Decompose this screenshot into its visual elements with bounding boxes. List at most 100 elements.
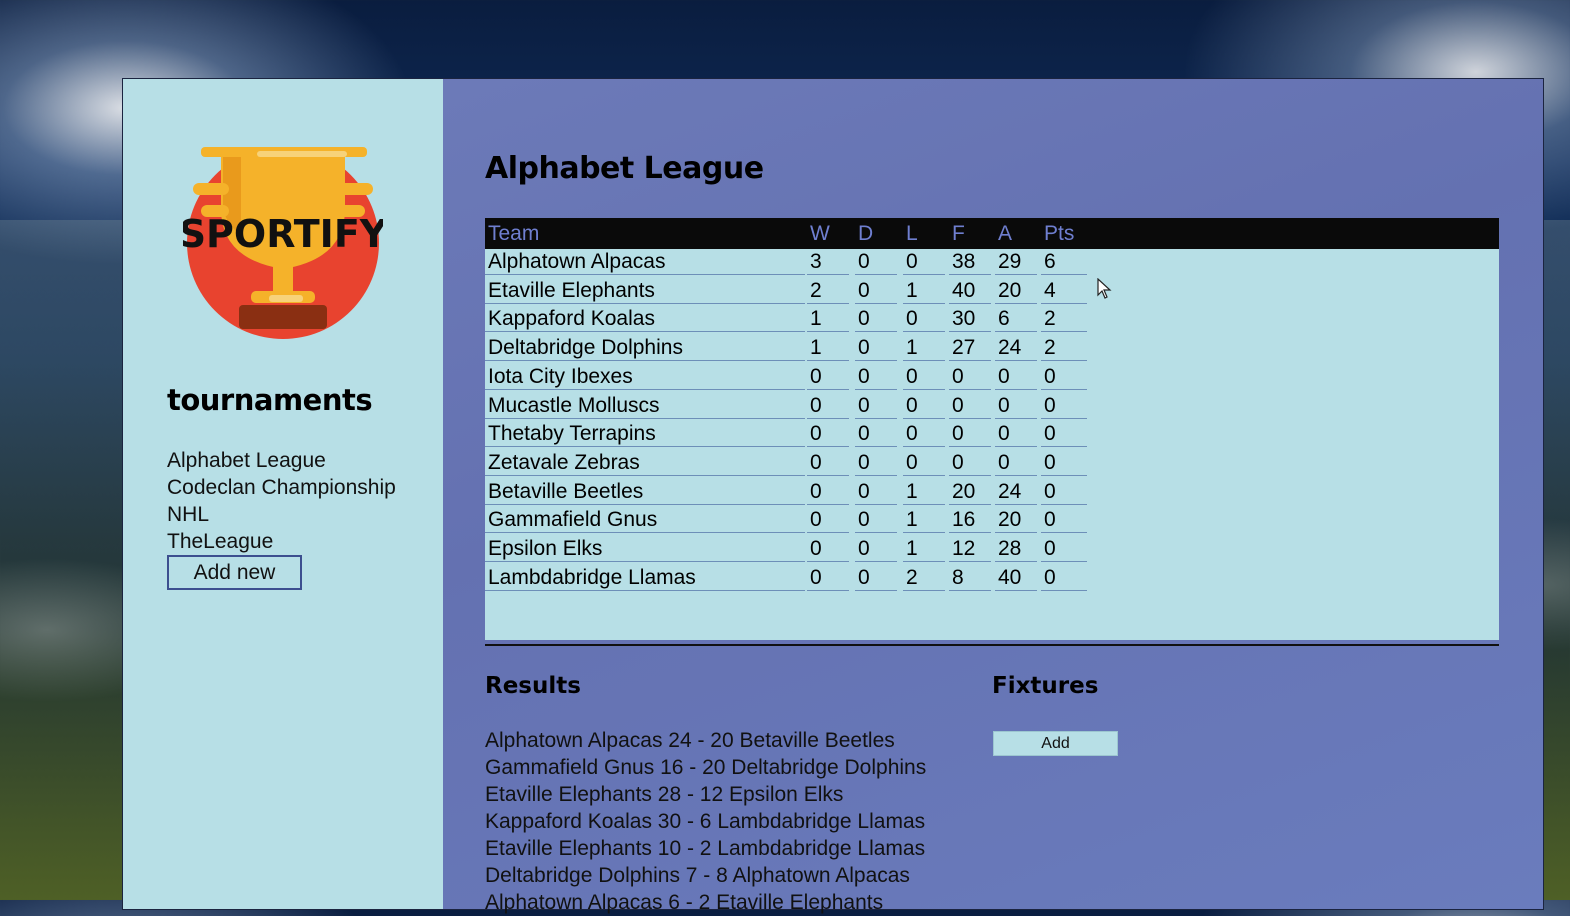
cell-a: 0 [995, 393, 1037, 419]
cell-l: 0 [903, 249, 945, 275]
app-window: SPORTIFY tournaments Alphabet League Cod… [122, 78, 1544, 914]
cell-d: 0 [855, 450, 897, 476]
cell-d: 0 [855, 249, 897, 275]
divider [485, 644, 1499, 646]
cell-pts: 0 [1041, 450, 1087, 476]
add-new-tournament-button[interactable]: Add new [167, 555, 302, 590]
cell-l: 0 [903, 306, 945, 333]
cell-f: 0 [949, 450, 991, 476]
cell-f: 30 [949, 306, 991, 333]
cell-f: 0 [949, 364, 991, 390]
cell-f: 0 [949, 393, 991, 419]
column-header-d: D [858, 222, 874, 245]
cell-d: 0 [855, 393, 897, 419]
cell-w: 0 [807, 507, 849, 534]
cell-pts: 2 [1041, 335, 1087, 362]
logo-text: SPORTIFY [183, 212, 383, 256]
cell-f: 12 [949, 536, 991, 562]
cell-pts: 6 [1041, 249, 1087, 275]
stadium-background-right [1540, 220, 1570, 900]
cell-w: 0 [807, 450, 849, 476]
cell-w: 0 [807, 536, 849, 562]
table-row: Deltabridge Dolphins 1 0 1 27 24 2 [485, 335, 1499, 363]
cell-l: 1 [903, 278, 945, 304]
tournament-item[interactable]: TheLeague [167, 528, 396, 555]
table-row: Thetaby Terrapins 0 0 0 0 0 0 [485, 421, 1499, 449]
cell-a: 24 [995, 479, 1037, 505]
table-row: Iota City Ibexes 0 0 0 0 0 0 [485, 364, 1499, 392]
tournament-item[interactable]: Alphabet League [167, 447, 396, 474]
result-item: Kappaford Koalas 30 - 6 Lambdabridge Lla… [485, 810, 926, 833]
tournaments-heading: tournaments [167, 383, 373, 417]
fixtures-heading: Fixtures [992, 673, 1099, 699]
cell-l: 2 [903, 565, 945, 591]
table-row: Alphatown Alpacas 3 0 0 38 29 6 [485, 249, 1499, 277]
cell-l: 1 [903, 479, 945, 505]
cell-f: 0 [949, 421, 991, 448]
cell-team: Etaville Elephants [485, 278, 805, 304]
result-item: Deltabridge Dolphins 7 - 8 Alphatown Alp… [485, 864, 910, 887]
column-header-f: F [952, 222, 965, 245]
column-header-a: A [998, 222, 1013, 245]
tournament-item[interactable]: NHL [167, 501, 396, 528]
tournament-list: Alphabet League Codeclan Championship NH… [167, 447, 396, 555]
cell-a: 0 [995, 421, 1037, 448]
cell-a: 24 [995, 335, 1037, 362]
table-row: Lambdabridge Llamas 0 0 2 8 40 0 [485, 565, 1499, 593]
cell-team: Iota City Ibexes [485, 364, 805, 390]
cell-l: 1 [903, 507, 945, 534]
column-header-w: W [810, 222, 830, 245]
cell-f: 16 [949, 507, 991, 534]
cell-team: Alphatown Alpacas [485, 249, 805, 275]
cell-l: 0 [903, 393, 945, 419]
cell-team: Thetaby Terrapins [485, 421, 805, 448]
cell-w: 2 [807, 278, 849, 304]
cell-l: 1 [903, 536, 945, 562]
column-header-l: L [906, 222, 918, 245]
cell-d: 0 [855, 536, 897, 562]
cell-team: Epsilon Elks [485, 536, 805, 562]
table-row: Epsilon Elks 0 0 1 12 28 0 [485, 536, 1499, 564]
cell-pts: 0 [1041, 536, 1087, 562]
cell-d: 0 [855, 507, 897, 534]
cell-team: Kappaford Koalas [485, 306, 805, 333]
cell-a: 20 [995, 507, 1037, 534]
cell-d: 0 [855, 565, 897, 591]
tournament-item[interactable]: Codeclan Championship [167, 474, 396, 501]
mouse-cursor-icon [1097, 278, 1112, 299]
cell-d: 0 [855, 479, 897, 505]
cell-f: 20 [949, 479, 991, 505]
results-heading: Results [485, 673, 581, 699]
stadium-background-left [0, 220, 124, 900]
cell-a: 0 [995, 450, 1037, 476]
cell-w: 0 [807, 479, 849, 505]
table-row: Gammafield Gnus 0 0 1 16 20 0 [485, 507, 1499, 535]
sidebar: SPORTIFY tournaments Alphabet League Cod… [123, 79, 443, 909]
cell-pts: 0 [1041, 479, 1087, 505]
cell-w: 0 [807, 364, 849, 390]
result-item: Etaville Elephants 10 - 2 Lambdabridge L… [485, 837, 926, 860]
column-header-pts: Pts [1044, 222, 1075, 245]
cell-w: 0 [807, 565, 849, 591]
cell-team: Zetavale Zebras [485, 450, 805, 476]
cell-team: Lambdabridge Llamas [485, 565, 805, 591]
result-item: Alphatown Alpacas 6 - 2 Etaville Elephan… [485, 891, 884, 914]
logo-wordmark: SPORTIFY [183, 212, 383, 256]
cell-d: 0 [855, 278, 897, 304]
cell-team: Betaville Beetles [485, 479, 805, 505]
cell-pts: 0 [1041, 393, 1087, 419]
cell-f: 40 [949, 278, 991, 304]
cell-pts: 2 [1041, 306, 1087, 333]
cell-team: Mucastle Molluscs [485, 393, 805, 419]
main-panel: Alphabet League Team W D L F A Pts Alphatown A… [443, 79, 1543, 914]
cell-f: 38 [949, 249, 991, 275]
result-item: Alphatown Alpacas 24 - 20 Betaville Beet… [485, 729, 895, 752]
cell-w: 1 [807, 306, 849, 333]
cell-w: 0 [807, 421, 849, 448]
cell-a: 29 [995, 249, 1037, 275]
cell-w: 1 [807, 335, 849, 362]
table-header-row: Team W D L F A Pts [485, 218, 1499, 249]
add-fixture-button[interactable]: Add [993, 731, 1118, 756]
table-row: Betaville Beetles 0 0 1 20 24 0 [485, 479, 1499, 507]
sportify-logo[interactable]: SPORTIFY [183, 139, 383, 339]
